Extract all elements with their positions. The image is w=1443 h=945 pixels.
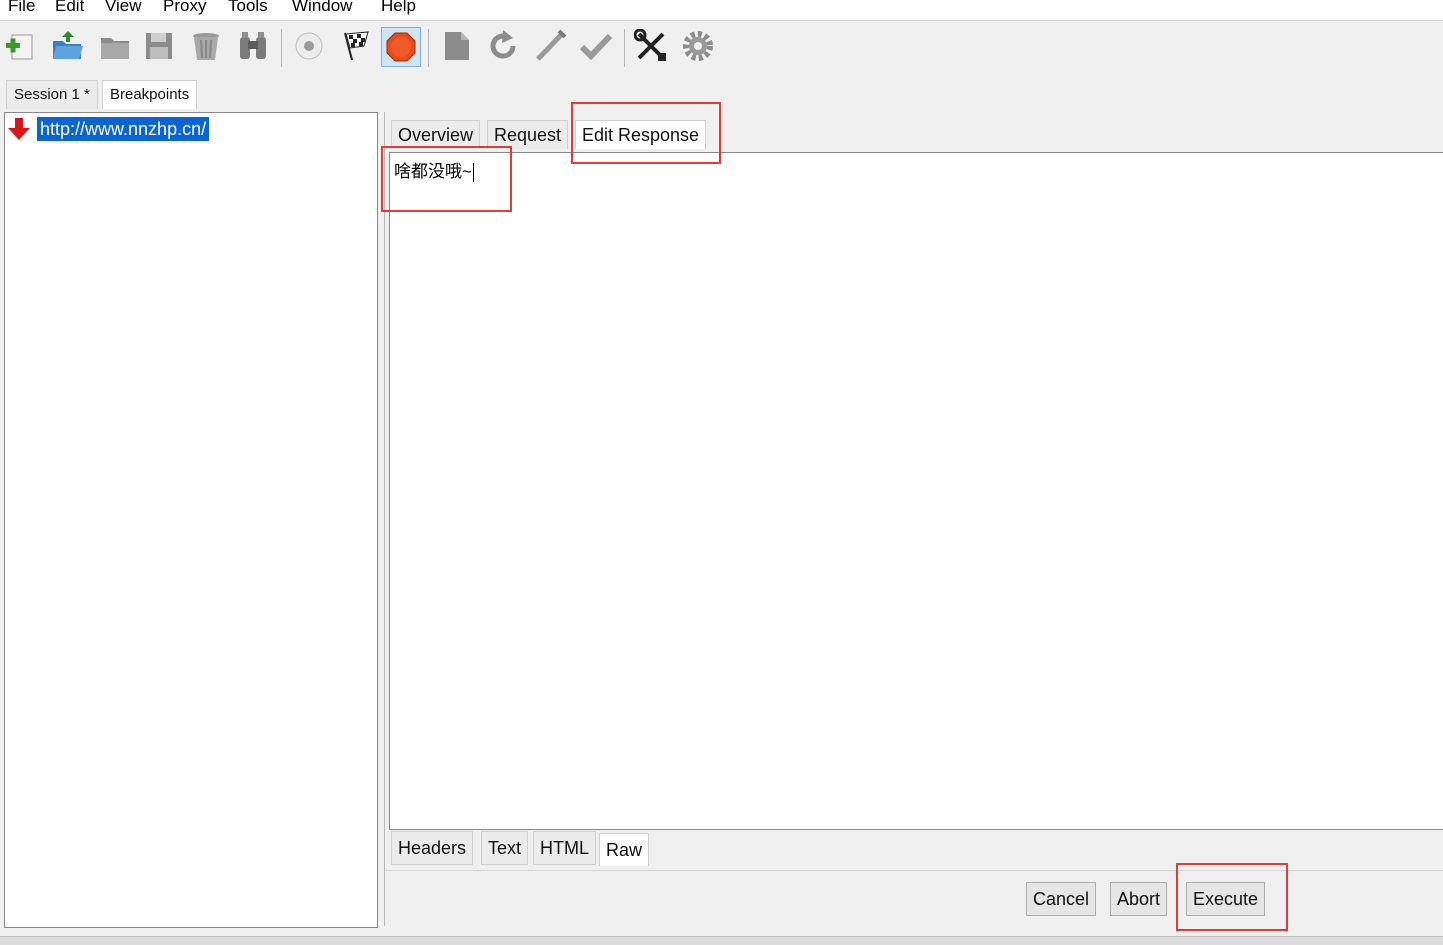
menu-help[interactable]: Help xyxy=(381,0,416,16)
execute-button[interactable]: Execute xyxy=(1186,882,1266,916)
tab-overview[interactable]: Overview xyxy=(391,120,481,149)
new-session-icon[interactable] xyxy=(2,27,40,65)
save-icon[interactable] xyxy=(140,27,178,65)
toolbar-separator xyxy=(281,29,282,67)
toolbar-separator xyxy=(624,29,625,67)
breakpoint-list: http://www.nnzhp.cn/ xyxy=(4,112,378,928)
menu-view[interactable]: View xyxy=(105,0,142,16)
menu-tools[interactable]: Tools xyxy=(228,0,268,16)
tab-raw[interactable]: Raw xyxy=(599,833,650,866)
clear-document-icon[interactable] xyxy=(437,27,475,65)
cancel-button[interactable]: Cancel xyxy=(1026,882,1097,916)
repeat-icon[interactable] xyxy=(484,27,522,65)
binoculars-icon[interactable] xyxy=(234,27,272,65)
tab-request[interactable]: Request xyxy=(487,120,569,149)
menu-edit[interactable]: Edit xyxy=(55,0,84,16)
breakpoint-detail-panel: Overview Request Edit Response 啥都没哦~ Hea… xyxy=(384,112,1443,926)
text-caret xyxy=(472,163,474,183)
toolbar-separator xyxy=(428,29,429,67)
breakpoint-arrow-icon xyxy=(8,118,30,140)
response-body-text[interactable]: 啥都没哦~ xyxy=(394,157,474,183)
tab-edit-response[interactable]: Edit Response xyxy=(575,120,707,149)
toolbar xyxy=(0,21,1443,77)
menu-file[interactable]: File xyxy=(8,0,35,16)
tab-session-1[interactable]: Session 1 * xyxy=(6,80,98,109)
menu-proxy[interactable]: Proxy xyxy=(163,0,206,16)
abort-button[interactable]: Abort xyxy=(1110,882,1168,916)
record-icon[interactable] xyxy=(290,27,328,65)
trash-icon[interactable] xyxy=(187,27,225,65)
breakpoint-url: http://www.nnzhp.cn/ xyxy=(37,117,210,141)
open-folder-icon[interactable] xyxy=(48,27,86,65)
tab-headers[interactable]: Headers xyxy=(391,831,474,865)
menu-bar: File Edit View Proxy Tools Window Help xyxy=(0,0,1443,21)
menu-window[interactable]: Window xyxy=(292,0,352,16)
throttle-flag-icon[interactable] xyxy=(336,27,374,65)
tab-breakpoints[interactable]: Breakpoints xyxy=(102,80,198,109)
breakpoint-stop-icon[interactable] xyxy=(381,27,421,67)
close-folder-icon[interactable] xyxy=(96,27,134,65)
settings-gear-icon[interactable] xyxy=(679,27,717,65)
bottom-divider xyxy=(385,870,1443,871)
edit-pen-icon[interactable] xyxy=(531,27,569,65)
breakpoint-item[interactable]: http://www.nnzhp.cn/ xyxy=(7,116,210,142)
tab-text[interactable]: Text xyxy=(481,831,529,865)
tools-icon[interactable] xyxy=(632,27,670,65)
tab-html[interactable]: HTML xyxy=(533,831,596,865)
response-editor[interactable]: 啥都没哦~ xyxy=(389,152,1443,830)
check-icon[interactable] xyxy=(577,27,615,65)
